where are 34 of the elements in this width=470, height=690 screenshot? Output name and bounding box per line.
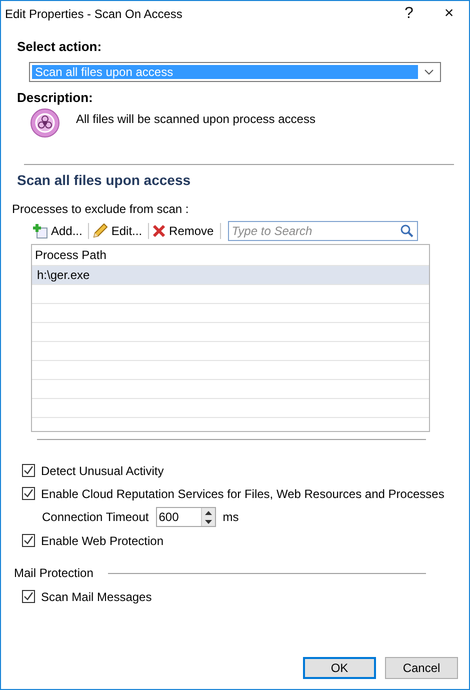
checkbox[interactable] [22,590,35,603]
section-heading: Scan all files upon access [17,172,192,188]
add-button[interactable]: Add... [32,223,86,239]
table-row[interactable]: h:\ger.exe [32,266,429,285]
add-icon [32,223,48,239]
checkbox[interactable] [22,487,35,500]
checkbox-option[interactable]: Enable Web Protection [22,532,458,549]
checkbox[interactable] [22,464,35,477]
delete-icon [152,224,166,238]
remove-button[interactable]: Remove [152,224,218,238]
unit-label: ms [222,510,239,524]
description-text: All files will be scanned upon process access [76,112,316,126]
search-icon [400,224,414,238]
exclusions-label: Processes to exclude from scan : [12,202,190,216]
close-button[interactable]: × [429,1,469,27]
checkbox-option[interactable]: Enable Cloud Reputation Services for Files, Web Resources and Processes [22,485,458,502]
timeout-label: Connection Timeout [42,510,149,524]
pencil-icon [92,223,108,239]
biohazard-icon [30,108,60,138]
edit-button[interactable]: Edit... [92,223,146,239]
timeout-spinner[interactable]: 600 [156,507,216,527]
checkbox-option[interactable]: Detect Unusual Activity [22,462,458,479]
checkbox-option[interactable]: Scan Mail Messages [22,588,458,605]
description-label: Description: [17,90,94,105]
ok-button[interactable]: OK [303,657,376,679]
mail-protection-label: Mail Protection [14,566,94,580]
caret-icon [424,69,434,75]
cancel-button[interactable]: Cancel [385,657,458,679]
checkbox[interactable] [22,534,35,547]
search-field[interactable]: Type to Search [228,221,418,241]
help-button[interactable]: ? [389,1,429,27]
select-action-label: Select action: [17,39,103,54]
window-title: Edit Properties - Scan On Access [5,7,182,21]
column-header[interactable]: Process Path [35,248,106,262]
